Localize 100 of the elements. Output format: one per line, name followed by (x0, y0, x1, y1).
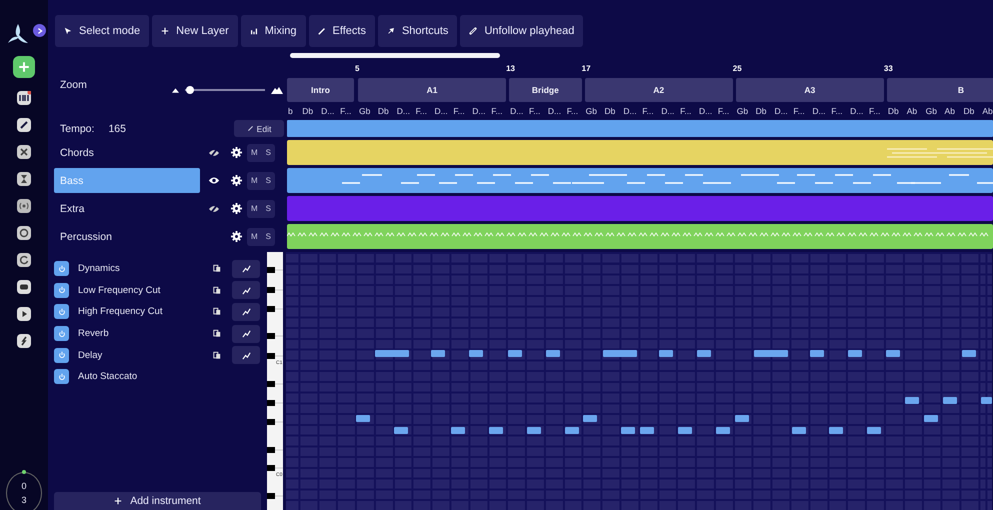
copy-icon[interactable] (213, 264, 221, 274)
power-button[interactable] (54, 326, 69, 342)
line-chart-icon (242, 307, 250, 316)
chord-label: F... (793, 106, 805, 116)
hourglass-icon[interactable] (17, 172, 31, 186)
section-block[interactable]: A3 (736, 78, 884, 102)
broadcast-icon[interactable] (17, 199, 31, 213)
section-block[interactable]: Bridge (509, 78, 582, 102)
chord-label: b (288, 106, 293, 116)
eye-slash-icon[interactable] (208, 148, 220, 158)
edit-button[interactable]: Edit (234, 120, 284, 137)
toolbar-button[interactable]: Effects (308, 15, 375, 47)
add-instrument-button[interactable]: Add instrument (54, 492, 261, 510)
chord-label: F... (416, 106, 427, 116)
gamepad-icon[interactable] (17, 280, 31, 294)
effect-name: Low Frequency Cut (78, 284, 162, 296)
toolbar-button[interactable]: Select mode (55, 15, 150, 47)
toolbar-button[interactable]: New Layer (152, 15, 238, 47)
eye-slash-icon[interactable] (208, 204, 220, 214)
gear-icon[interactable] (231, 175, 242, 186)
plus-icon (114, 497, 122, 505)
tempo-value: 165 (108, 122, 126, 134)
expand-button[interactable] (33, 24, 46, 37)
eye-icon[interactable] (208, 176, 220, 185)
solo-button[interactable]: S (262, 144, 276, 162)
mute-button[interactable]: M (247, 200, 262, 218)
power-button[interactable] (54, 261, 69, 276)
track-item[interactable]: Extra (54, 196, 200, 221)
tempo-label: Tempo: (60, 122, 94, 134)
bar-number: 13 (506, 64, 515, 73)
chord-label: D... (774, 106, 788, 116)
copy-icon[interactable] (213, 350, 221, 360)
automation-button[interactable] (232, 324, 260, 343)
bar-number: 25 (732, 64, 742, 73)
refresh-icon[interactable] (17, 253, 31, 267)
solo-button[interactable]: S (262, 228, 276, 246)
keyboard-icon[interactable] (17, 91, 31, 105)
pencil-icon (246, 125, 254, 132)
power-button[interactable] (54, 348, 69, 363)
chord-label: Gb (736, 106, 748, 116)
automation-button[interactable] (232, 260, 260, 278)
section-block[interactable]: A1 (358, 78, 506, 102)
power-button[interactable] (54, 282, 69, 298)
section-block[interactable]: B (886, 78, 993, 102)
track-item[interactable]: Percussion (54, 224, 200, 249)
gear-icon[interactable] (231, 231, 242, 242)
chord-label: Ab (906, 106, 918, 116)
chord-label: Gb (358, 106, 370, 116)
chord-label: F... (566, 106, 578, 116)
toolbar-button[interactable]: Shortcuts (378, 15, 458, 47)
chord-label: Db (756, 106, 767, 116)
section-block[interactable]: A2 (584, 78, 733, 102)
chord-label: F... (528, 106, 540, 116)
counter-total: 3 (21, 495, 26, 505)
mute-button[interactable]: M (247, 172, 262, 190)
pencil-icon[interactable] (17, 118, 31, 132)
solo-button[interactable]: S (262, 172, 276, 190)
chord-label: Db (378, 106, 389, 116)
power-icon (58, 286, 66, 294)
chord-label: Ab (944, 106, 955, 116)
bar-number: 33 (884, 64, 893, 73)
gear-icon[interactable] (231, 203, 242, 214)
chord-label: D... (812, 106, 826, 116)
mute-button[interactable]: M (247, 228, 262, 246)
bass-lane[interactable] (287, 168, 993, 193)
solo-button[interactable]: S (262, 200, 276, 218)
chord-label: F... (680, 106, 692, 116)
chord-label: D... (472, 106, 486, 116)
toolbar-button[interactable]: Mixing (240, 15, 306, 47)
power-icon (58, 372, 66, 381)
effect-name: High Frequency Cut (78, 306, 164, 318)
cursor-icon (64, 27, 72, 35)
power-button[interactable] (54, 369, 69, 384)
gear-icon[interactable] (231, 147, 242, 158)
section-block[interactable]: Intro (287, 78, 354, 102)
logo-icon (6, 22, 30, 46)
play-icon[interactable] (17, 307, 31, 321)
track-item[interactable]: Chords (54, 140, 200, 165)
chord-label: F... (453, 106, 465, 116)
automation-button[interactable] (232, 302, 260, 321)
chord-label: D... (510, 106, 524, 116)
chevron-icon (36, 26, 44, 34)
chord-label: Db (604, 106, 616, 116)
chord-label: D... (321, 106, 334, 116)
counter-value: 0 (21, 481, 26, 491)
chord-label: F... (340, 106, 352, 116)
slider-thumb[interactable] (186, 86, 194, 94)
copy-icon[interactable] (213, 329, 221, 338)
add-button[interactable] (13, 56, 35, 78)
effect-name: Reverb (78, 328, 110, 340)
automation-button[interactable] (232, 346, 260, 364)
power-button[interactable] (54, 304, 69, 320)
toolbar-button[interactable]: Unfollow playhead (460, 15, 584, 47)
copy-icon[interactable] (213, 286, 221, 295)
piano-keyboard-drawing[interactable] (267, 252, 283, 510)
scrollbar[interactable] (290, 53, 500, 58)
automation-button[interactable] (232, 281, 260, 300)
mute-button[interactable]: M (247, 144, 262, 162)
copy-icon[interactable] (213, 307, 221, 316)
power-icon (58, 330, 66, 338)
